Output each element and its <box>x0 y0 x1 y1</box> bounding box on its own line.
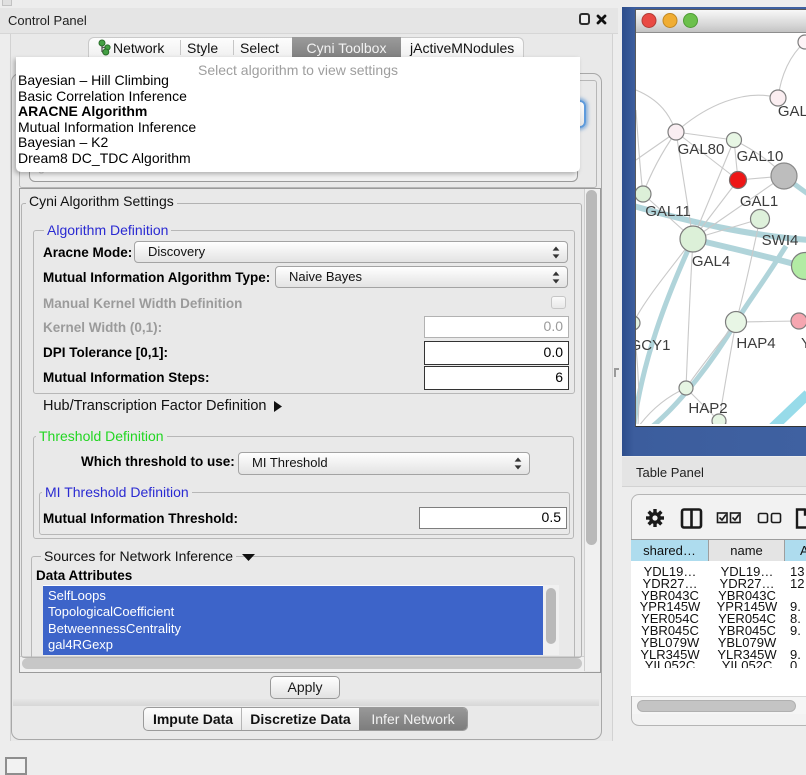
svg-text:GAL10: GAL10 <box>737 148 784 165</box>
svg-text:GAL1: GAL1 <box>740 193 778 210</box>
svg-text:GAL11: GAL11 <box>645 203 691 220</box>
svg-text:GAL2: GAL2 <box>778 103 806 120</box>
svg-text:YEL0: YEL0 <box>801 335 806 352</box>
svg-text:HAP4: HAP4 <box>736 335 775 352</box>
svg-text:SWI4: SWI4 <box>762 232 799 249</box>
svg-text:GAL4: GAL4 <box>692 253 730 270</box>
svg-text:GCY1: GCY1 <box>636 337 670 354</box>
svg-text:HAP2: HAP2 <box>688 400 727 417</box>
svg-text:GAL80: GAL80 <box>678 141 725 158</box>
